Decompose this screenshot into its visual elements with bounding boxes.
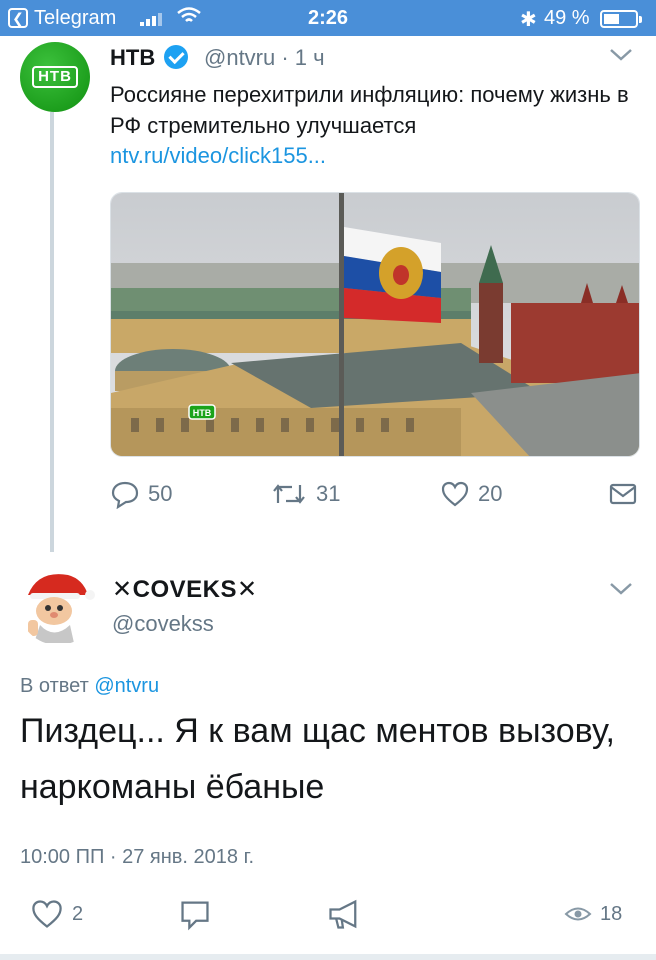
battery-percent: 49 % — [544, 7, 590, 29]
reply-context: В ответ @ntvru — [20, 675, 159, 698]
reply-prefix: В ответ — [20, 675, 89, 697]
avatar-coveks[interactable] — [18, 565, 98, 645]
status-bar: ❮ Telegram 2:26 ✱ 49 % — [0, 0, 656, 36]
chevron-down-icon[interactable] — [608, 46, 634, 64]
reply-mention-link[interactable]: @ntvru — [94, 675, 159, 697]
tweet-text: Россияне перехитрили инфляцию: почему жи… — [110, 82, 629, 138]
tweet-actions: 2 18 — [20, 896, 640, 936]
tweet-link[interactable]: ntv.ru/video/click155... — [110, 143, 326, 169]
reply-icon — [111, 481, 139, 509]
chevron-down-icon[interactable] — [608, 580, 634, 598]
avatar-ntv[interactable]: НТВ — [20, 42, 90, 112]
tweet-timestamp: 10:00 ПП · 27 янв. 2018 г. — [20, 846, 255, 868]
reply-button[interactable]: 50 — [110, 476, 172, 512]
direct-message-button[interactable] — [608, 476, 646, 512]
reply-button[interactable]: 2 — [30, 896, 83, 932]
tweet-actions: 50 31 20 — [110, 476, 640, 512]
gnome-avatar-icon — [28, 574, 95, 643]
thread-line — [50, 112, 54, 552]
comment-button[interactable] — [178, 896, 220, 932]
bluetooth-icon: ✱ — [520, 9, 537, 31]
share-button[interactable] — [326, 896, 370, 932]
retweet-icon — [273, 484, 305, 504]
like-icon — [441, 481, 469, 507]
views-count: 18 — [600, 902, 623, 925]
author-name[interactable]: НТВ — [110, 45, 155, 71]
like-button[interactable]: 20 — [440, 476, 502, 512]
comment-icon — [181, 901, 209, 931]
author-handle-time: @ntvru · 1 ч — [204, 45, 325, 70]
verified-badge-icon — [164, 45, 188, 69]
reply-count: 2 — [72, 902, 84, 925]
bottom-divider — [0, 954, 656, 960]
author-handle[interactable]: @covekss — [112, 611, 214, 637]
reply-count: 50 — [148, 481, 173, 506]
kremlin-photo: НТВ — [111, 193, 639, 456]
mail-icon — [609, 483, 637, 505]
eye-icon — [564, 907, 592, 921]
retweet-button[interactable]: 31 — [270, 476, 340, 512]
media-preview[interactable]: НТВ — [110, 192, 640, 457]
author-name[interactable]: ✕COVEKS✕ — [112, 575, 258, 604]
views-counter: 18 — [564, 896, 622, 932]
ntv-logo: НТВ — [32, 66, 78, 88]
media-watermark: НТВ — [193, 408, 212, 418]
retweet-count: 31 — [316, 481, 341, 506]
tweet-text: Пиздец... Я к вам щас ментов вызову, нар… — [20, 712, 615, 806]
battery-fill — [604, 14, 619, 24]
battery-icon — [600, 10, 642, 28]
reply-icon — [32, 900, 62, 928]
megaphone-icon — [329, 899, 357, 929]
like-count: 20 — [478, 481, 503, 506]
